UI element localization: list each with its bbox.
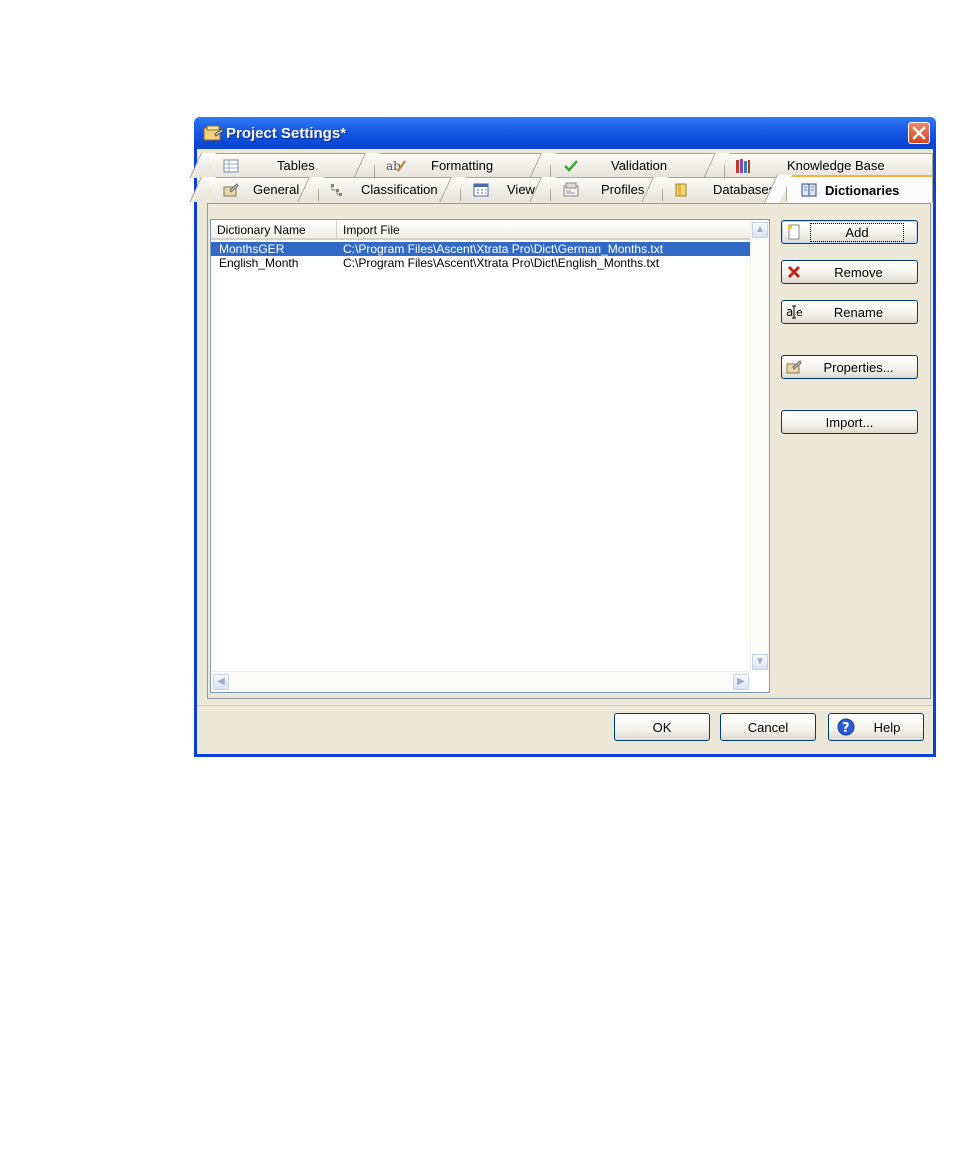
import-file-cell: C:\Program Files\Ascent\Xtrata Pro\Dict\… (343, 242, 664, 256)
column-header-import-file-label: Import File (343, 223, 400, 237)
footer-separator (197, 705, 933, 706)
import-button[interactable]: Import... (781, 410, 918, 434)
ok-button[interactable]: OK (614, 713, 710, 741)
cancel-button-label: Cancel (747, 720, 789, 735)
dictionary-list[interactable]: Dictionary Name Import File MonthsGER C:… (210, 219, 770, 693)
dictionary-name-cell: MonthsGER (219, 242, 285, 256)
tab-databases-label: Databases (713, 182, 776, 197)
checkmark-icon (564, 160, 578, 172)
tab-formatting-label: Formatting (431, 158, 494, 173)
project-settings-dialog: Project Settings* Tables ab Formatting V… (189, 117, 936, 757)
list-header: Dictionary Name Import File (211, 220, 751, 240)
rename-button[interactable]: a e Rename (781, 300, 918, 324)
close-icon (912, 126, 926, 140)
scroll-down-button[interactable]: ▼ (752, 654, 768, 670)
tab-dictionaries[interactable]: Dictionaries (763, 175, 933, 203)
tab-validation[interactable]: Validation (529, 153, 725, 178)
project-settings-icon (203, 125, 224, 141)
tab-row-front: General Classification Views Profiles Da… (189, 175, 933, 203)
tab-tables-label: Tables (277, 158, 315, 173)
table-icon (223, 159, 239, 173)
books-icon (736, 159, 750, 173)
tab-knowledge-base-label: Knowledge Base (787, 158, 885, 173)
column-header-dictionary-name-label: Dictionary Name (217, 223, 306, 237)
tab-classification[interactable]: Classification (297, 177, 461, 202)
scroll-left-button[interactable]: ◀ (213, 674, 229, 690)
new-document-icon (788, 224, 800, 240)
profiles-icon (563, 182, 579, 197)
tab-dictionaries-label: Dictionaries (825, 183, 900, 198)
scroll-up-button[interactable]: ▲ (752, 222, 768, 238)
horizontal-scrollbar[interactable]: ◀ ▶ (211, 671, 751, 692)
help-button-label: Help (873, 720, 901, 735)
dialog-client-area: Tables ab Formatting Validation Knowledg… (189, 149, 933, 754)
window-title: Project Settings* (226, 125, 347, 142)
import-file-cell: C:\Program Files\Ascent\Xtrata Pro\Dict\… (343, 256, 660, 270)
tab-tables[interactable]: Tables (189, 153, 375, 178)
tab-validation-label: Validation (611, 158, 668, 173)
dictionary-icon (801, 183, 817, 197)
remove-button-label: Remove (834, 265, 883, 280)
add-button-label: Add (810, 223, 904, 242)
chevron-up-icon: ▲ (755, 224, 765, 235)
column-header-import-file[interactable]: Import File (337, 220, 751, 240)
general-icon (223, 183, 239, 197)
formatting-icon: ab (386, 159, 406, 173)
close-button[interactable] (908, 122, 930, 144)
vertical-scrollbar[interactable]: ▲ ▼ (750, 220, 769, 672)
list-item[interactable]: English_Month C:\Program Files\Ascent\Xt… (211, 256, 751, 270)
add-button[interactable]: Add (781, 220, 918, 244)
tree-icon (331, 184, 342, 196)
properties-button-label: Properties... (823, 360, 894, 375)
scroll-right-button[interactable]: ▶ (733, 674, 749, 690)
chevron-down-icon: ▼ (755, 656, 765, 667)
list-item[interactable]: MonthsGER C:\Program Files\Ascent\Xtrata… (211, 242, 751, 256)
column-header-dictionary-name[interactable]: Dictionary Name (211, 220, 337, 240)
remove-button[interactable]: Remove (781, 260, 918, 284)
views-icon (473, 183, 489, 197)
properties-button[interactable]: Properties... (781, 355, 918, 379)
tab-classification-label: Classification (361, 182, 438, 197)
dictionary-name-cell: English_Month (219, 256, 299, 270)
chevron-right-icon: ▶ (737, 676, 745, 687)
import-button-label: Import... (825, 415, 874, 430)
database-icon (675, 183, 687, 197)
ok-button-label: OK (652, 720, 672, 735)
tab-knowledge-base[interactable]: Knowledge Base (703, 153, 933, 178)
tab-formatting[interactable]: ab Formatting (353, 153, 551, 178)
tab-general-label: General (253, 182, 300, 197)
title-bar[interactable]: Project Settings* (194, 117, 936, 149)
tab-profiles-label: Profiles (601, 182, 645, 197)
rename-button-label: Rename (833, 305, 884, 320)
cancel-button[interactable]: Cancel (720, 713, 816, 741)
help-button[interactable]: ? Help (828, 713, 924, 741)
chevron-left-icon: ◀ (217, 676, 225, 687)
